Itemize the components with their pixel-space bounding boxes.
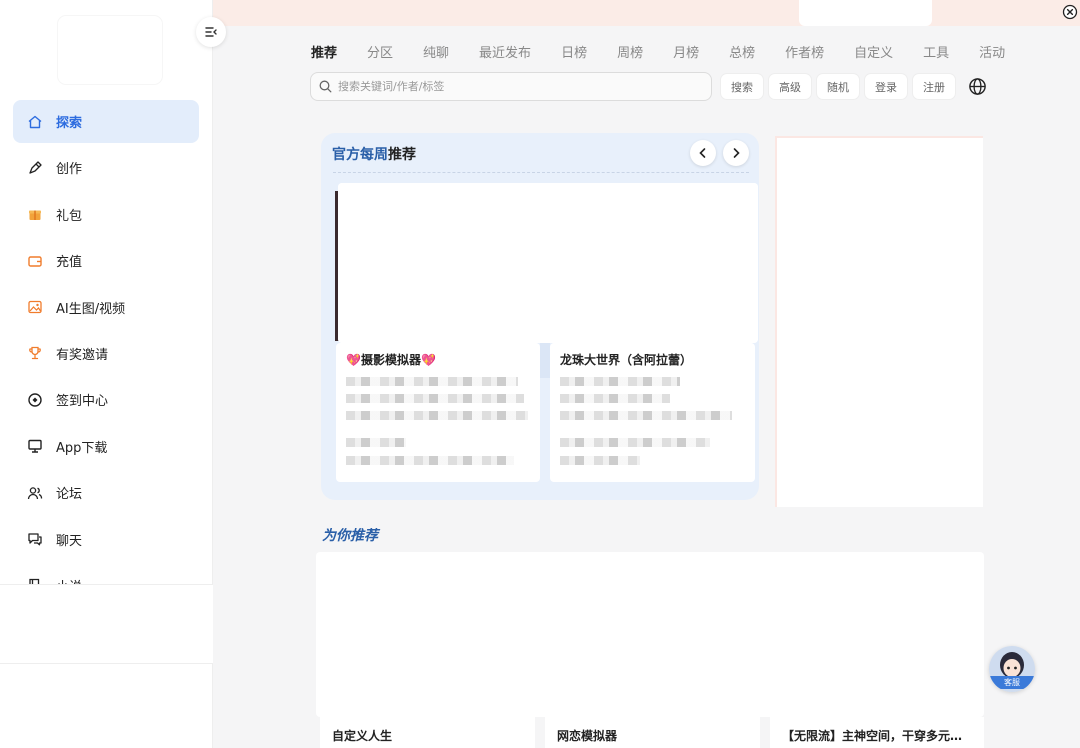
weekly-recommend-section: 官方每周推荐 💖摄影模拟器💖 龙珠大世界（含阿拉蕾） xyxy=(321,133,759,500)
search-input[interactable] xyxy=(338,80,698,93)
image-icon xyxy=(27,299,43,315)
blurred-text xyxy=(560,411,732,420)
weekly-feature-banner[interactable] xyxy=(338,183,758,343)
foryou-banner[interactable] xyxy=(316,552,984,717)
blurred-text xyxy=(346,394,524,403)
wallet-icon xyxy=(27,253,43,269)
sidebar-item-label: 论坛 xyxy=(56,487,83,503)
blurred-text xyxy=(560,438,710,447)
tab-0[interactable]: 推荐 xyxy=(311,42,337,61)
prev-button[interactable] xyxy=(690,140,716,166)
tab-11[interactable]: 活动 xyxy=(979,42,1005,61)
sidebar-item-3[interactable]: 充值 xyxy=(13,239,199,282)
feature-image xyxy=(338,183,758,343)
customer-service-button[interactable]: 客服 xyxy=(989,646,1035,692)
chevron-right-icon xyxy=(733,148,740,158)
logo[interactable] xyxy=(58,16,162,84)
sidebar-item-label: 签到中心 xyxy=(56,394,109,410)
chevron-left-icon xyxy=(699,148,706,158)
blurred-text xyxy=(346,456,514,465)
divider xyxy=(333,172,749,173)
gift-icon xyxy=(27,206,43,222)
sidebar-item-label: 小说 xyxy=(56,576,82,584)
sidebar-nav-scroll: 探索创作礼包充值 AI生图/视频有奖邀请签到中心 App下载论坛聊天小说 xyxy=(0,100,213,584)
tab-5[interactable]: 周榜 xyxy=(617,42,643,61)
top-banner[interactable] xyxy=(213,0,1080,26)
search-button[interactable]: 搜索 xyxy=(720,73,764,100)
tab-1[interactable]: 分区 xyxy=(367,42,393,61)
advanced-search-button[interactable]: 高级 xyxy=(768,73,812,100)
sidebar-item-7[interactable]: App下载 xyxy=(13,425,199,468)
login-button[interactable]: 登录 xyxy=(864,73,908,100)
sidebar-item-8[interactable]: 论坛 xyxy=(13,471,199,514)
tab-6[interactable]: 月榜 xyxy=(673,42,699,61)
sidebar-item-2[interactable]: 礼包 xyxy=(13,193,199,236)
blurred-text xyxy=(560,377,680,386)
search-icon xyxy=(319,80,332,93)
blurred-text xyxy=(560,456,640,465)
sidebar-item-10[interactable]: 小说 xyxy=(13,564,199,584)
checkin-icon xyxy=(27,392,43,408)
card-gap xyxy=(540,343,550,378)
card-title: 龙珠大世界（含阿拉蕾） xyxy=(560,353,693,367)
rec-card-2[interactable]: 网恋模拟器 xyxy=(545,717,760,748)
blurred-text xyxy=(346,377,518,386)
rec-card-3[interactable]: 【无限流】主神空间，干穿多元… xyxy=(770,717,984,748)
weekly-title: 官方每周推荐 xyxy=(332,147,416,163)
next-button[interactable] xyxy=(723,140,749,166)
sidebar-nav: 探索创作礼包充值 AI生图/视频有奖邀请签到中心 App下载论坛聊天小说 xyxy=(13,100,199,584)
search-box[interactable] xyxy=(310,72,712,101)
register-button[interactable]: 注册 xyxy=(912,73,956,100)
chat-icon xyxy=(27,531,43,547)
sidebar-bottom-panel xyxy=(0,584,213,664)
blurred-text xyxy=(346,438,406,447)
sidebar-item-label: 有奖邀请 xyxy=(56,347,109,363)
tab-4[interactable]: 日榜 xyxy=(561,42,587,61)
sidebar-item-0[interactable]: 探索 xyxy=(13,100,199,143)
close-icon[interactable] xyxy=(1062,4,1078,20)
trophy-icon xyxy=(27,345,43,361)
sidebar-item-label: 礼包 xyxy=(56,208,83,224)
sidebar-item-label: App下载 xyxy=(56,440,108,456)
card-title: 💖摄影模拟器💖 xyxy=(346,353,436,367)
tab-10[interactable]: 工具 xyxy=(923,42,949,61)
tab-9[interactable]: 自定义 xyxy=(854,42,893,61)
sidebar-item-label: 创作 xyxy=(56,162,83,178)
sidebar: 探索创作礼包充值 AI生图/视频有奖邀请签到中心 App下载论坛聊天小说 xyxy=(0,0,213,748)
tab-3[interactable]: 最近发布 xyxy=(479,42,531,61)
sidebar-item-6[interactable]: 签到中心 xyxy=(13,378,199,421)
sidebar-item-4[interactable]: AI生图/视频 xyxy=(13,286,199,329)
pen-icon xyxy=(27,160,43,176)
weekly-card-2[interactable]: 龙珠大世界（含阿拉蕾） xyxy=(550,343,755,482)
tab-2[interactable]: 纯聊 xyxy=(423,42,449,61)
sidebar-item-label: 充值 xyxy=(56,255,83,271)
top-banner-card xyxy=(799,0,932,26)
sidebar-item-1[interactable]: 创作 xyxy=(13,146,199,189)
random-button[interactable]: 随机 xyxy=(816,73,860,100)
sidebar-item-9[interactable]: 聊天 xyxy=(13,518,199,561)
collapse-icon xyxy=(205,27,217,37)
sidebar-item-label: 聊天 xyxy=(56,533,83,549)
side-banner[interactable] xyxy=(775,136,983,507)
sidebar-item-label: 探索 xyxy=(56,116,83,131)
foryou-title: 为你推荐 xyxy=(322,528,378,544)
sidebar-item-5[interactable]: 有奖邀请 xyxy=(13,332,199,375)
weekly-card-1[interactable]: 💖摄影模拟器💖 xyxy=(336,343,540,482)
tab-8[interactable]: 作者榜 xyxy=(785,42,824,61)
blurred-text xyxy=(560,394,670,403)
collapse-sidebar-button[interactable] xyxy=(196,17,226,47)
book-icon xyxy=(27,577,43,584)
service-label: 客服 xyxy=(989,676,1035,689)
home-icon xyxy=(27,114,43,130)
category-tabs: 推荐 分区 纯聊 最近发布 日榜 周榜 月榜 总榜 作者榜 自定义 工具 活动 xyxy=(311,42,1035,61)
rec-card-1[interactable]: 自定义人生 xyxy=(320,717,535,748)
blurred-text xyxy=(346,411,528,420)
monitor-icon xyxy=(27,438,43,454)
globe-icon[interactable] xyxy=(968,77,987,96)
users-icon xyxy=(27,485,43,501)
tab-7[interactable]: 总榜 xyxy=(729,42,755,61)
sidebar-item-label: AI生图/视频 xyxy=(56,301,126,317)
